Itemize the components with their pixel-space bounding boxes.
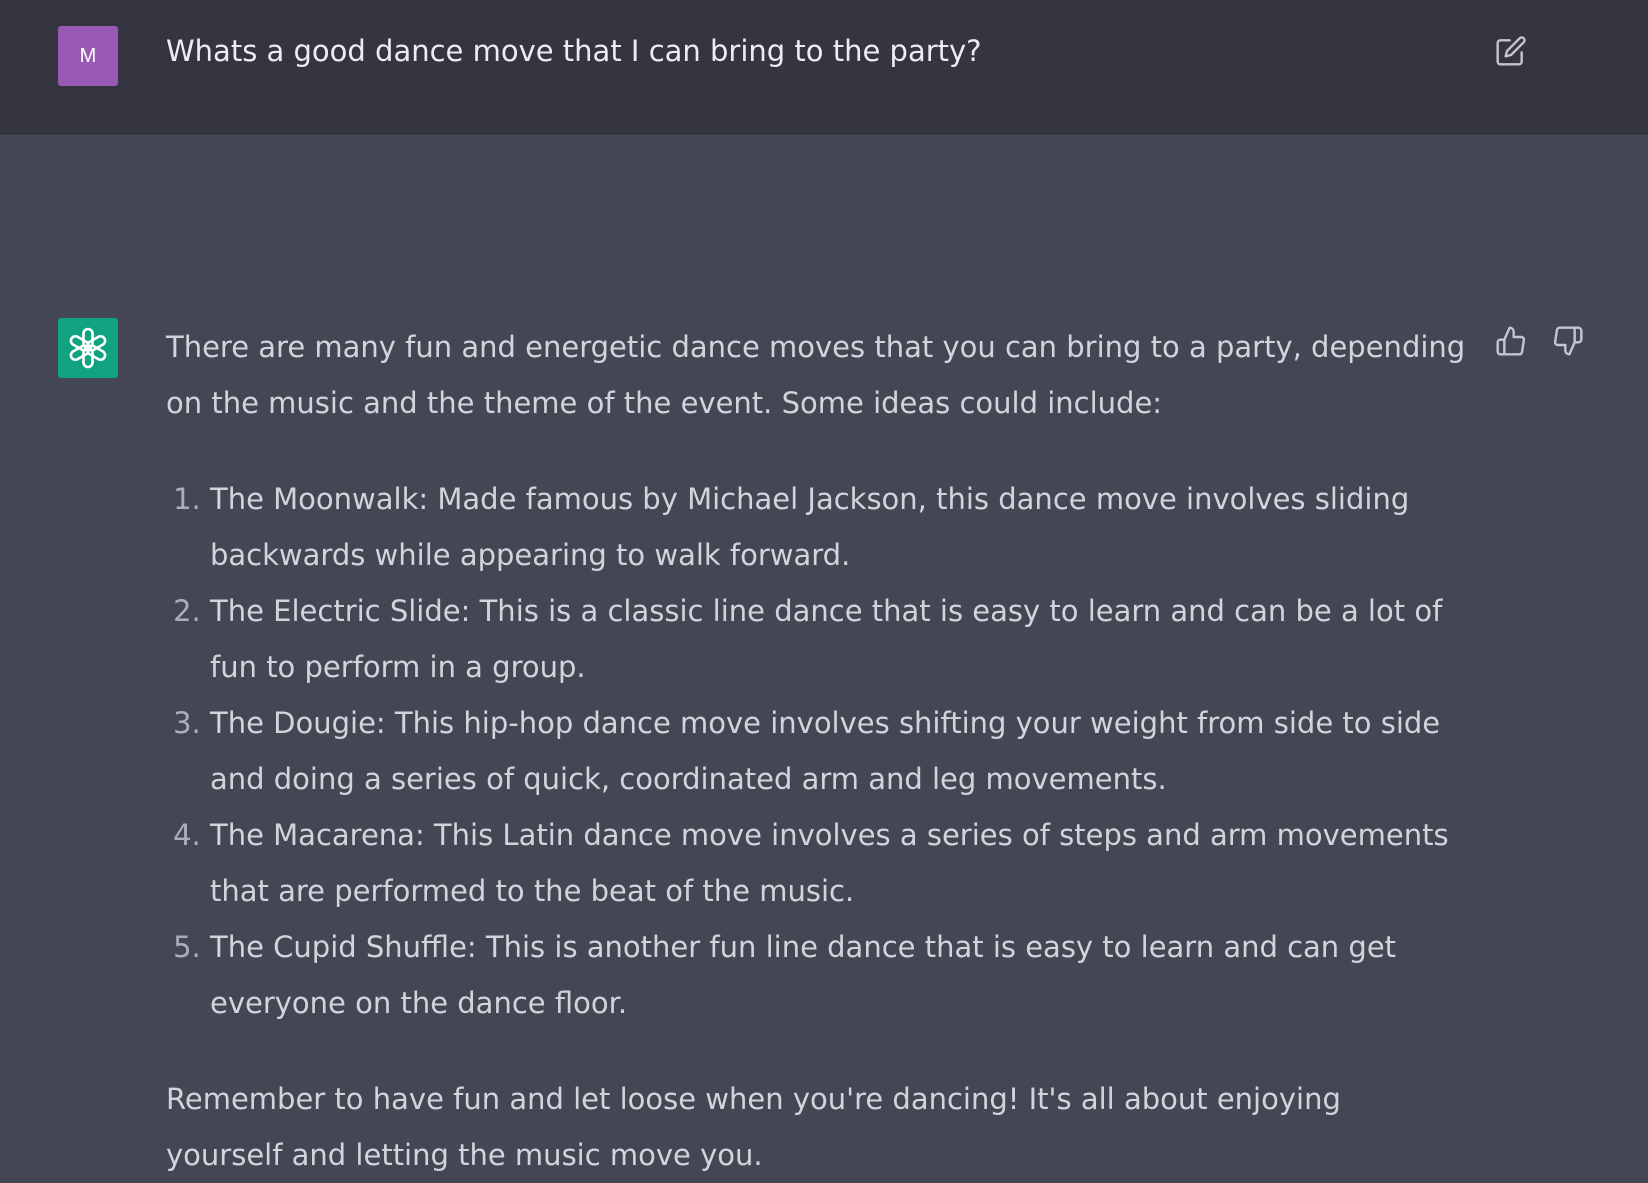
assistant-message-row: There are many fun and energetic dance m… bbox=[0, 134, 1648, 1172]
user-avatar-initial: M bbox=[79, 44, 97, 67]
user-message-text: Whats a good dance move that I can bring… bbox=[166, 34, 982, 68]
assistant-intro-text: There are many fun and energetic dance m… bbox=[166, 330, 1466, 420]
thumbs-down-icon bbox=[1553, 326, 1583, 356]
list-item: The Electric Slide: This is a classic li… bbox=[210, 583, 1466, 695]
assistant-message-body: There are many fun and energetic dance m… bbox=[166, 319, 1466, 1183]
edit-message-button[interactable] bbox=[1494, 34, 1528, 68]
edit-icon bbox=[1496, 36, 1526, 66]
list-item: The Dougie: This hip-hop dance move invo… bbox=[210, 695, 1466, 807]
openai-logo-icon bbox=[69, 327, 107, 369]
list-item: The Macarena: This Latin dance move invo… bbox=[210, 807, 1466, 919]
user-message-row: M Whats a good dance move that I can bri… bbox=[0, 0, 1648, 134]
list-item: The Cupid Shuffle: This is another fun l… bbox=[210, 919, 1466, 1031]
thumbs-up-icon bbox=[1496, 326, 1526, 356]
user-avatar: M bbox=[58, 26, 118, 86]
list-item: The Moonwalk: Made famous by Michael Jac… bbox=[210, 471, 1466, 583]
dance-move-list: The Moonwalk: Made famous by Michael Jac… bbox=[166, 471, 1466, 1031]
assistant-outro-text: Remember to have fun and let loose when … bbox=[166, 1082, 1341, 1172]
thumbs-up-button[interactable] bbox=[1494, 322, 1528, 360]
assistant-avatar bbox=[58, 318, 118, 378]
thumbs-down-button[interactable] bbox=[1551, 322, 1585, 360]
